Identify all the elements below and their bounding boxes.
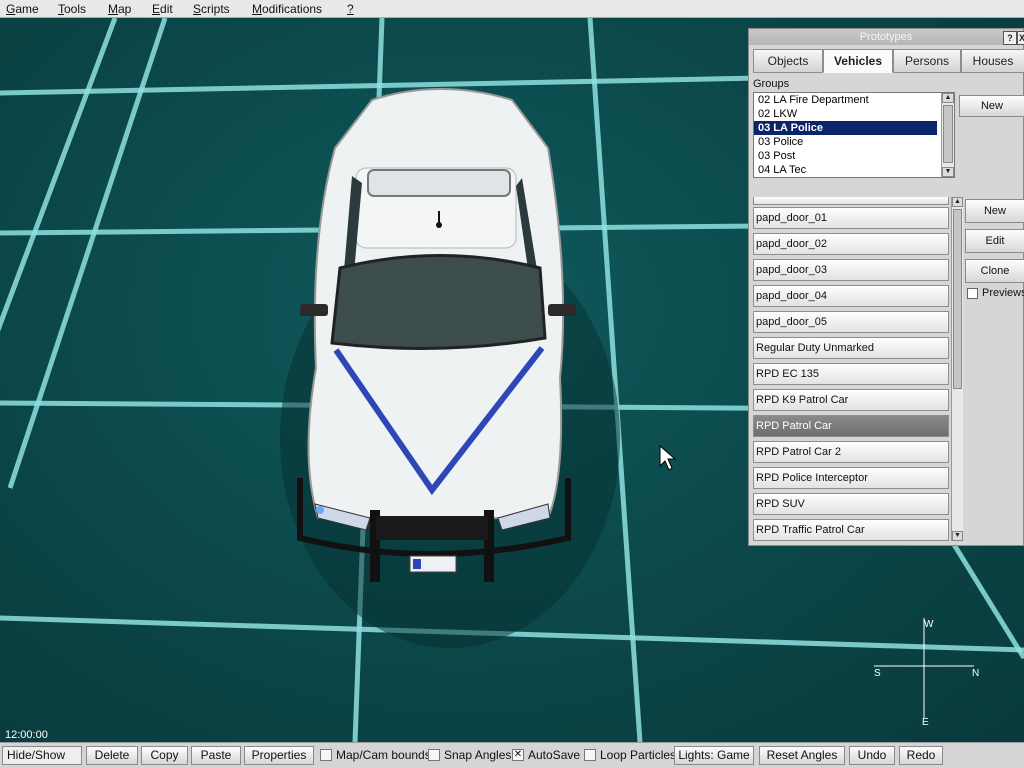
mouse-cursor-icon: [659, 444, 677, 471]
scroll-up-icon[interactable]: ▲: [952, 197, 963, 207]
menu-game[interactable]: Game: [6, 2, 39, 16]
menu-edit[interactable]: Edit: [152, 2, 173, 16]
loop-particles-checkbox[interactable]: [584, 749, 596, 761]
menu-modifications[interactable]: Modifications: [252, 2, 322, 16]
autosave-checkbox[interactable]: ✕: [512, 749, 524, 761]
menu-scripts-accel: S: [193, 2, 202, 16]
menu-edit-label: dit: [160, 2, 173, 16]
compass-north: N: [972, 668, 980, 679]
undo-button[interactable]: Undo: [849, 746, 895, 765]
panel-close-button[interactable]: X: [1017, 31, 1024, 45]
menu-tools-label: ools: [64, 2, 87, 16]
scroll-up-icon[interactable]: ▲: [942, 93, 954, 103]
prototype-edit-button[interactable]: Edit: [965, 229, 1024, 253]
hide-show-button[interactable]: Hide/Show: [2, 746, 82, 765]
compass-icon: [874, 618, 974, 718]
scroll-thumb[interactable]: [943, 105, 953, 163]
map-cam-bounds-label: Map/Cam bounds: [336, 748, 431, 762]
list-item[interactable]: RPD SUV: [753, 493, 949, 515]
map-cam-bounds-checkbox[interactable]: [320, 749, 332, 761]
snap-angles-checkbox[interactable]: [428, 749, 440, 761]
list-item[interactable]: Regular Duty Unmarked: [753, 337, 949, 359]
prototype-clone-button[interactable]: Clone: [965, 259, 1024, 283]
group-new-button[interactable]: New: [959, 95, 1024, 117]
compass-west: W: [924, 619, 934, 630]
game-clock: 12:00:00: [5, 729, 48, 741]
menu-map-accel: M: [108, 2, 118, 16]
tab-vehicles[interactable]: Vehicles: [823, 49, 893, 73]
group-item[interactable]: 04 LA Tec: [754, 163, 937, 177]
copy-button[interactable]: Copy: [141, 746, 188, 765]
list-item[interactable]: RPD Traffic Patrol Car: [753, 519, 949, 541]
properties-button[interactable]: Properties: [244, 746, 314, 765]
group-item[interactable]: 03 Police: [754, 135, 937, 149]
group-item[interactable]: 02 LKW: [754, 107, 937, 121]
list-item[interactable]: papd_door_02: [753, 233, 949, 255]
scroll-down-icon[interactable]: ▼: [942, 167, 954, 177]
prototype-list-scrollbar[interactable]: ▲ ▼: [951, 197, 963, 541]
snap-angles-label: Snap Angles: [444, 748, 512, 762]
list-item[interactable]: papd_door_03: [753, 259, 949, 281]
menu-game-label: ame: [15, 2, 39, 16]
groups-listbox[interactable]: 02 LA Fire Department 02 LKW 03 LA Polic…: [753, 92, 955, 178]
group-item-selected[interactable]: 03 LA Police: [754, 121, 937, 135]
menu-help-accel: ?: [347, 2, 354, 16]
groups-label: Groups: [753, 78, 790, 90]
list-item[interactable]: RPD Police Interceptor: [753, 467, 949, 489]
menu-modifications-accel: M: [252, 2, 262, 16]
panel-title-bar[interactable]: Prototypes: [749, 29, 1023, 45]
menu-bar: Game Tools Map Edit Scripts Modification…: [0, 0, 1024, 18]
previews-label: Previews: [982, 287, 1024, 299]
compass-south: S: [874, 668, 881, 679]
panel-help-button[interactable]: ?: [1003, 31, 1017, 45]
menu-map[interactable]: Map: [108, 2, 131, 16]
menu-scripts-label: cripts: [201, 2, 230, 16]
menu-modifications-label: odifications: [262, 2, 323, 16]
prototype-new-button[interactable]: New: [965, 199, 1024, 223]
paste-button[interactable]: Paste: [191, 746, 241, 765]
list-item[interactable]: RPD K9 Patrol Car: [753, 389, 949, 411]
loop-particles-label: Loop Particles: [600, 748, 677, 762]
group-item[interactable]: 02 LA Fire Department: [754, 93, 937, 107]
police-car-model: [297, 88, 576, 582]
menu-tools[interactable]: Tools: [58, 2, 86, 16]
groups-scrollbar[interactable]: ▲ ▼: [941, 93, 954, 177]
list-item[interactable]: RPD EC 135: [753, 363, 949, 385]
scroll-down-icon[interactable]: ▼: [952, 531, 963, 541]
menu-map-label: ap: [118, 2, 132, 16]
list-item[interactable]: papd_door_01: [753, 207, 949, 229]
bottom-toolbar: Hide/Show Delete Copy Paste Properties M…: [0, 742, 1024, 768]
lights-game-button[interactable]: Lights: Game: [674, 746, 754, 765]
menu-scripts[interactable]: Scripts: [193, 2, 230, 16]
list-item[interactable]: papd_door_04: [753, 285, 949, 307]
prototypes-panel: Prototypes ? X Objects Vehicles Persons …: [748, 28, 1024, 546]
prototype-list[interactable]: papd_door_01 papd_door_02 papd_door_03 p…: [753, 197, 963, 543]
menu-game-accel: G: [6, 2, 16, 16]
reset-angles-button[interactable]: Reset Angles: [759, 746, 845, 765]
menu-help[interactable]: ?: [347, 2, 354, 16]
previews-checkbox[interactable]: [967, 288, 978, 299]
group-item[interactable]: 03 Post: [754, 149, 937, 163]
list-item[interactable]: papd_door_05: [753, 311, 949, 333]
list-item-partial[interactable]: [753, 197, 949, 205]
list-item-selected[interactable]: RPD Patrol Car: [753, 415, 949, 437]
panel-title: Prototypes: [859, 31, 913, 43]
list-item[interactable]: RPD Patrol Car 2: [753, 441, 949, 463]
redo-button[interactable]: Redo: [899, 746, 943, 765]
delete-button[interactable]: Delete: [86, 746, 138, 765]
menu-edit-accel: E: [152, 2, 161, 16]
autosave-label: AutoSave: [528, 748, 581, 762]
tab-objects[interactable]: Objects: [753, 49, 823, 73]
scroll-thumb[interactable]: [953, 209, 962, 389]
tab-persons[interactable]: Persons: [893, 49, 961, 73]
tab-houses[interactable]: Houses: [961, 49, 1024, 73]
compass-east: E: [922, 717, 929, 728]
